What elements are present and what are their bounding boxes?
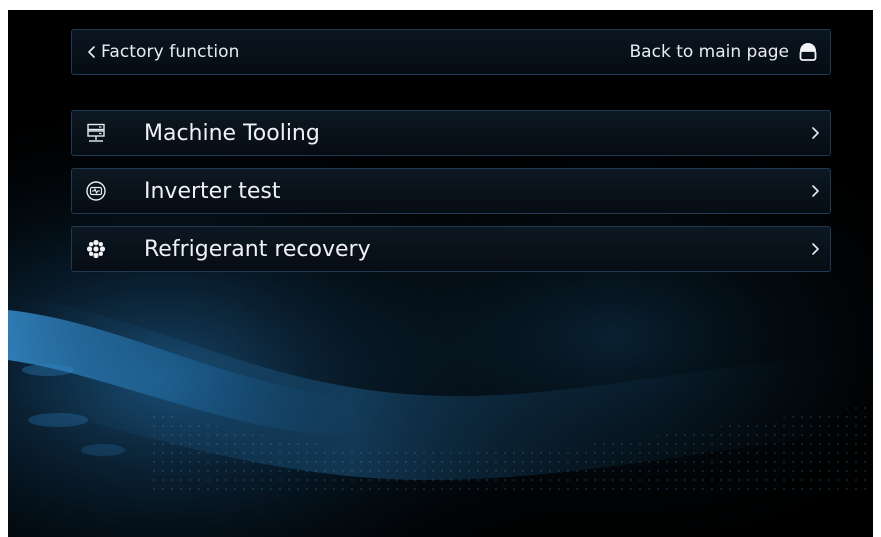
header-bar: Factory function Back to main page [71,29,831,75]
menu-item-label: Inverter test [144,178,281,204]
chevron-right-icon [810,183,822,199]
home-label: Back to main page [629,42,789,62]
menu-item-refrigerant-recovery[interactable]: Refrigerant recovery [71,226,831,272]
menu-list: Machine Tooling Inverter test Refrigeran… [71,110,831,284]
menu-item-label: Refrigerant recovery [144,236,371,262]
page-title: Factory function [101,42,240,62]
chevron-right-icon [810,125,822,141]
home-icon [797,41,819,63]
chevron-right-icon [810,241,822,257]
screen: Factory function Back to main page Machi… [8,10,873,537]
inverter-icon [85,180,107,202]
menu-item-inverter-test[interactable]: Inverter test [71,168,831,214]
snowflake-icon [85,238,107,260]
back-to-main-page-button[interactable]: Back to main page [630,30,819,74]
back-button[interactable]: Factory function [85,30,240,74]
server-icon [85,122,107,144]
menu-item-label: Machine Tooling [144,120,320,146]
menu-item-machine-tooling[interactable]: Machine Tooling [71,110,831,156]
chevron-left-icon [85,44,99,60]
